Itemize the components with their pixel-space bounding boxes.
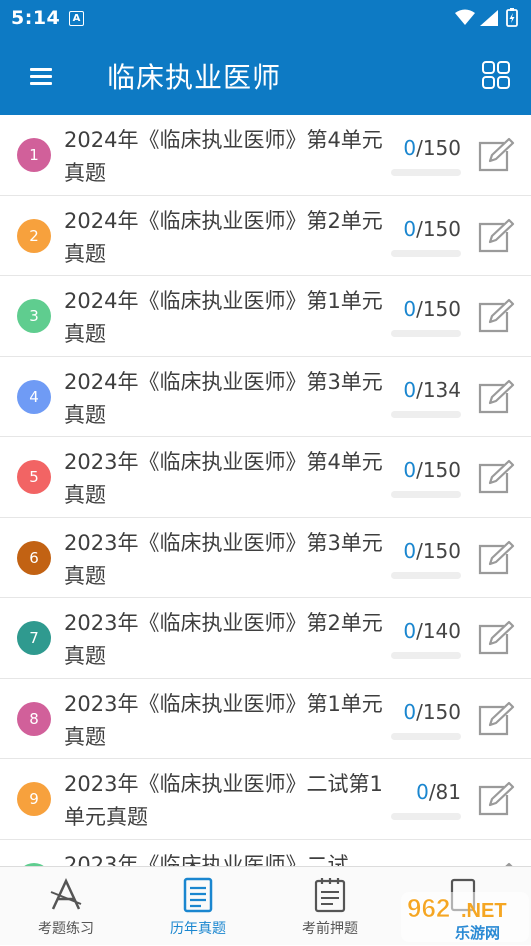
- tab-label: 考前押题: [302, 921, 358, 937]
- item-title: 2023年《临床执业医师》第3单元真题: [64, 530, 383, 588]
- exam-list: 1 2024年《临床执业医师》第4单元真题 0/150 2 2024年《临床执业医师》第…: [0, 115, 531, 866]
- past-papers-icon: [183, 877, 213, 913]
- menu-icon: [30, 68, 52, 71]
- svg-text:乐游网: 乐游网: [455, 924, 500, 942]
- tab-exam-practice[interactable]: 考题练习: [0, 867, 132, 946]
- item-number-badge: 9: [17, 782, 51, 816]
- item-progress-text: 0/150: [403, 297, 461, 321]
- item-total-count: /150: [416, 216, 461, 241]
- edit-icon[interactable]: [476, 298, 516, 334]
- item-number-badge: 6: [17, 540, 51, 575]
- list-item[interactable]: 9 2023年《临床执业医师》二试第1单元真题 0/81: [0, 759, 531, 840]
- item-progress-bar: [391, 571, 461, 579]
- item-progress-text: 0/134: [403, 378, 461, 402]
- item-progress-bar: [391, 732, 461, 740]
- item-total-count: /150: [416, 699, 461, 724]
- item-progress-text: 0/150: [403, 700, 461, 724]
- list-item[interactable]: 2 2024年《临床执业医师》第2单元真题 0/150: [0, 196, 531, 276]
- watermark-logo: 962 .NET 乐游网: [401, 892, 529, 942]
- tab-label: 考题练习: [38, 921, 94, 937]
- item-done-count: 0: [403, 216, 417, 241]
- item-done-count: 0: [403, 297, 417, 321]
- status-bar: 5:14 A: [0, 0, 531, 36]
- edit-icon[interactable]: [476, 620, 516, 656]
- app-bar: 临床执业医师: [0, 36, 531, 115]
- item-title: 2024年《临床执业医师》第3单元真题: [64, 369, 383, 427]
- list-item[interactable]: 3 2024年《临床执业医师》第1单元真题 0/150: [0, 276, 531, 357]
- edit-icon[interactable]: [476, 540, 516, 576]
- item-progress-text: 0/150: [403, 136, 461, 160]
- item-done-count: 0: [403, 458, 417, 482]
- item-done-count: 0: [403, 538, 417, 563]
- edit-icon[interactable]: [476, 218, 516, 254]
- item-total-count: /150: [416, 538, 461, 563]
- item-done-count: 0: [403, 619, 417, 643]
- item-number-badge: 7: [17, 621, 51, 655]
- item-title: 2023年《临床执业医师》第4单元真题: [64, 450, 383, 507]
- exam-practice-icon: [50, 878, 82, 910]
- tab-past-papers[interactable]: 历年真题: [132, 867, 264, 946]
- item-title: 2023年《临床执业医师》二试第1单元真题: [64, 772, 383, 829]
- menu-icon-bar: [30, 75, 52, 78]
- item-done-count: 0: [416, 780, 429, 804]
- list-item[interactable]: 5 2023年《临床执业医师》第4单元真题 0/150: [0, 437, 531, 518]
- item-number-badge: 1: [17, 138, 51, 172]
- item-progress-bar: [391, 491, 461, 498]
- item-progress-text: 0/140: [403, 619, 461, 643]
- item-done-count: 0: [403, 377, 417, 402]
- tab-label: 历年真题: [170, 921, 226, 937]
- item-title: 2023年《临床执业医师》二试: [64, 852, 349, 867]
- menu-icon-bar: [30, 82, 52, 85]
- item-done-count: 0: [403, 136, 417, 160]
- item-number-badge: 4: [17, 379, 51, 414]
- item-number-badge: 5: [17, 460, 51, 494]
- grid-icon[interactable]: [481, 60, 511, 90]
- list-item[interactable]: 4 2024年《临床执业医师》第3单元真题 0/134: [0, 357, 531, 437]
- list-item[interactable]: 6 2023年《临床执业医师》第3单元真题 0/150: [0, 518, 531, 598]
- item-progress-text: 0/150: [403, 217, 461, 241]
- svg-text:962: 962: [407, 893, 450, 923]
- item-title: 2024年《临床执业医师》第1单元真题: [64, 289, 383, 346]
- edit-icon[interactable]: [476, 459, 516, 495]
- item-progress-bar: [391, 330, 461, 337]
- item-progress-text: 0/150: [403, 458, 461, 482]
- item-total-count: /150: [416, 458, 461, 482]
- item-number-badge: 3: [17, 299, 51, 333]
- item-progress-bar: [391, 169, 461, 176]
- item-number-badge: 2: [17, 218, 51, 253]
- item-total-count: /150: [416, 136, 461, 160]
- system-status-icons: [455, 8, 518, 27]
- item-title: 2024年《临床执业医师》第4单元真题: [64, 128, 383, 185]
- item-title: 2024年《临床执业医师》第2单元真题: [64, 208, 383, 266]
- edit-icon[interactable]: [476, 137, 516, 173]
- list-item[interactable]: 1 2024年《临床执业医师》第4单元真题 0/150: [0, 115, 531, 196]
- item-progress-bar: [391, 652, 461, 659]
- page-title: 临床执业医师: [107, 61, 282, 94]
- item-progress-bar: [391, 410, 461, 418]
- item-progress-text: 0/81: [416, 780, 461, 804]
- item-total-count: /150: [416, 297, 461, 321]
- notification-icon: A: [69, 11, 84, 26]
- item-total-count: /134: [416, 377, 461, 402]
- item-done-count: 0: [403, 699, 417, 724]
- tab-pre-exam[interactable]: 考前押题: [264, 867, 396, 946]
- list-item[interactable]: 7 2023年《临床执业医师》第2单元真题 0/140: [0, 598, 531, 679]
- edit-icon[interactable]: [476, 701, 516, 737]
- list-item[interactable]: 8 2023年《临床执业医师》第1单元真题 0/150: [0, 679, 531, 759]
- item-progress-text: 0/150: [403, 539, 461, 563]
- item-number-badge: 8: [17, 701, 51, 736]
- item-progress-bar: [391, 249, 461, 257]
- item-title: 2023年《临床执业医师》第1单元真题: [64, 691, 383, 749]
- list-item[interactable]: 102023年《临床执业医师》二试: [0, 840, 531, 867]
- edit-icon[interactable]: [476, 781, 516, 817]
- item-progress-bar: [391, 813, 461, 820]
- menu-button[interactable]: [26, 64, 56, 88]
- item-total-count: /81: [428, 780, 461, 804]
- edit-icon[interactable]: [476, 379, 516, 415]
- status-time: 5:14: [11, 7, 61, 29]
- pre-exam-icon: [314, 878, 346, 913]
- item-title: 2023年《临床执业医师》第2单元真题: [64, 611, 383, 668]
- item-total-count: /140: [416, 619, 461, 643]
- svg-text:.NET: .NET: [461, 900, 507, 922]
